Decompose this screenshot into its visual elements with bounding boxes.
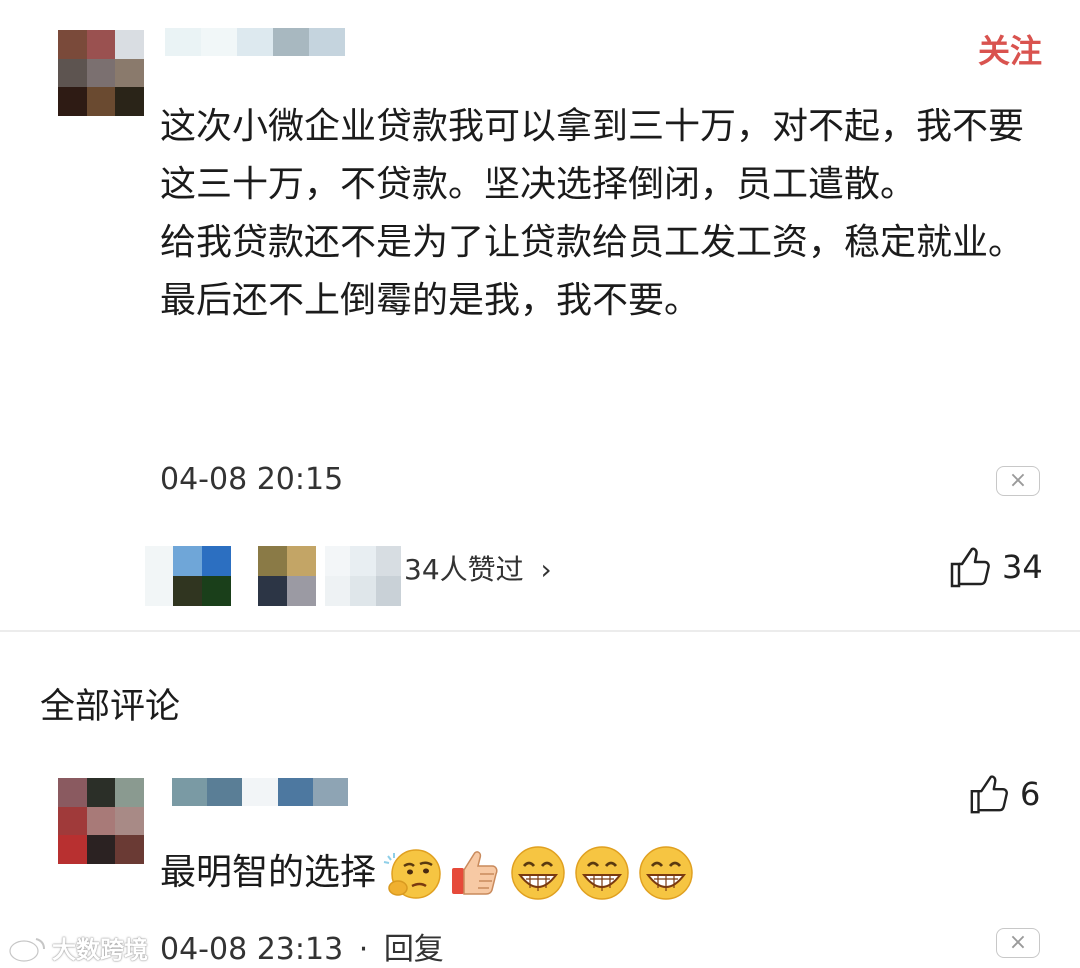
follow-button[interactable]: 关注	[978, 26, 1042, 72]
meta-separator: ·	[358, 932, 369, 967]
post-like-button[interactable]: 34	[948, 542, 1043, 592]
thumbs-up-emoji-icon	[452, 851, 498, 895]
comment-like-button[interactable]: 6	[968, 770, 1040, 818]
comment-text: 最明智的选择	[160, 852, 377, 893]
grin-icon	[639, 846, 693, 900]
comment-timestamp: 04-08 23:13	[160, 932, 344, 967]
grin-icon	[575, 846, 629, 900]
comments-section-title: 全部评论	[40, 687, 181, 727]
comment-like-count: 6	[1020, 775, 1041, 813]
liker-avatar[interactable]	[325, 546, 401, 606]
comment-close-icon[interactable]: ×	[996, 928, 1040, 958]
watermark: 大数跨境	[6, 930, 148, 965]
post-close-icon[interactable]: ×	[996, 466, 1040, 496]
post-body: 这次小微企业贷款我可以拿到三十万，对不起，我不要这三十万，不贷款。坚决选择倒闭，…	[160, 98, 1045, 330]
likers-text: 34人赞过	[404, 553, 524, 586]
post-paragraph: 最后还不上倒霉的是我，我不要。	[160, 280, 701, 321]
thumbs-up-icon	[970, 775, 1008, 814]
author-name-blurred[interactable]	[165, 28, 345, 56]
comment-meta: 04-08 23:13 · 回复	[160, 924, 444, 968]
liker-avatars[interactable]	[145, 546, 405, 606]
comment-body: 最明智的选择	[160, 842, 696, 904]
post-paragraph: 给我贷款还不是为了让贷款给员工发工资，稳定就业。	[160, 222, 1025, 263]
post-timestamp: 04-08 20:15	[160, 462, 344, 497]
liker-avatar[interactable]	[258, 546, 316, 606]
liker-avatar[interactable]	[173, 546, 231, 606]
chevron-right-icon: ›	[540, 553, 552, 586]
post-like-count: 34	[1002, 548, 1043, 586]
grin-icon	[511, 846, 565, 900]
commenter-name-blurred[interactable]	[172, 778, 349, 806]
thinking-face-icon	[383, 849, 441, 899]
commenter-avatar[interactable]	[58, 778, 144, 864]
likers-link[interactable]: 34人赞过 ›	[404, 548, 552, 588]
post-paragraph: 这次小微企业贷款我可以拿到三十万，对不起，我不要这三十万，不贷款。坚决选择倒闭，…	[160, 106, 1025, 205]
thumbs-up-icon	[950, 547, 990, 588]
weibo-logo-icon	[8, 937, 45, 962]
section-divider	[0, 630, 1080, 632]
watermark-text: 大数跨境	[52, 936, 148, 964]
author-avatar[interactable]	[58, 30, 144, 116]
reply-button[interactable]: 回复	[384, 932, 444, 967]
